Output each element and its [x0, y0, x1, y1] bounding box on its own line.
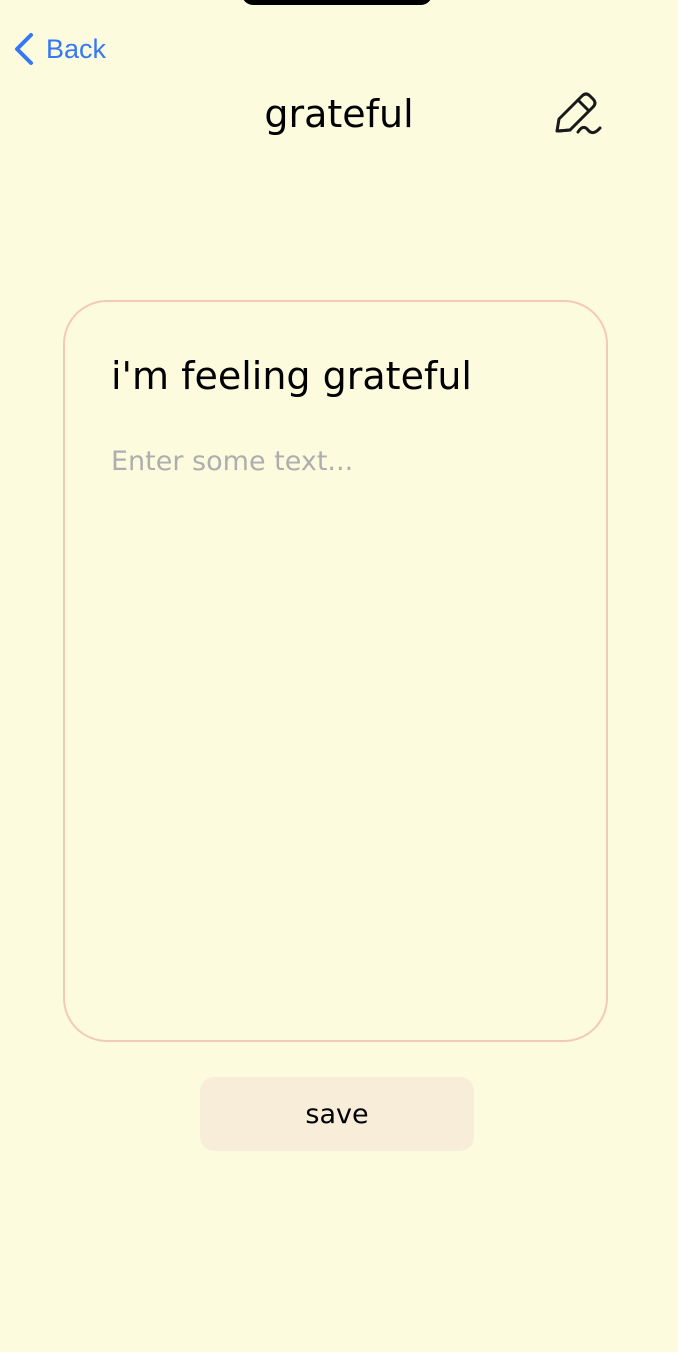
back-button[interactable]: Back [12, 30, 106, 68]
device-notch [242, 0, 432, 5]
back-button-label: Back [46, 33, 107, 64]
chevron-left-icon [15, 33, 33, 65]
edit-button[interactable] [550, 88, 606, 140]
save-button[interactable]: save [200, 1077, 474, 1151]
card-heading: i'm feeling grateful [111, 354, 472, 398]
journal-card: i'm feeling grateful [63, 300, 608, 1042]
pencil-signature-icon [555, 92, 602, 135]
journal-text-input[interactable] [111, 440, 561, 1000]
